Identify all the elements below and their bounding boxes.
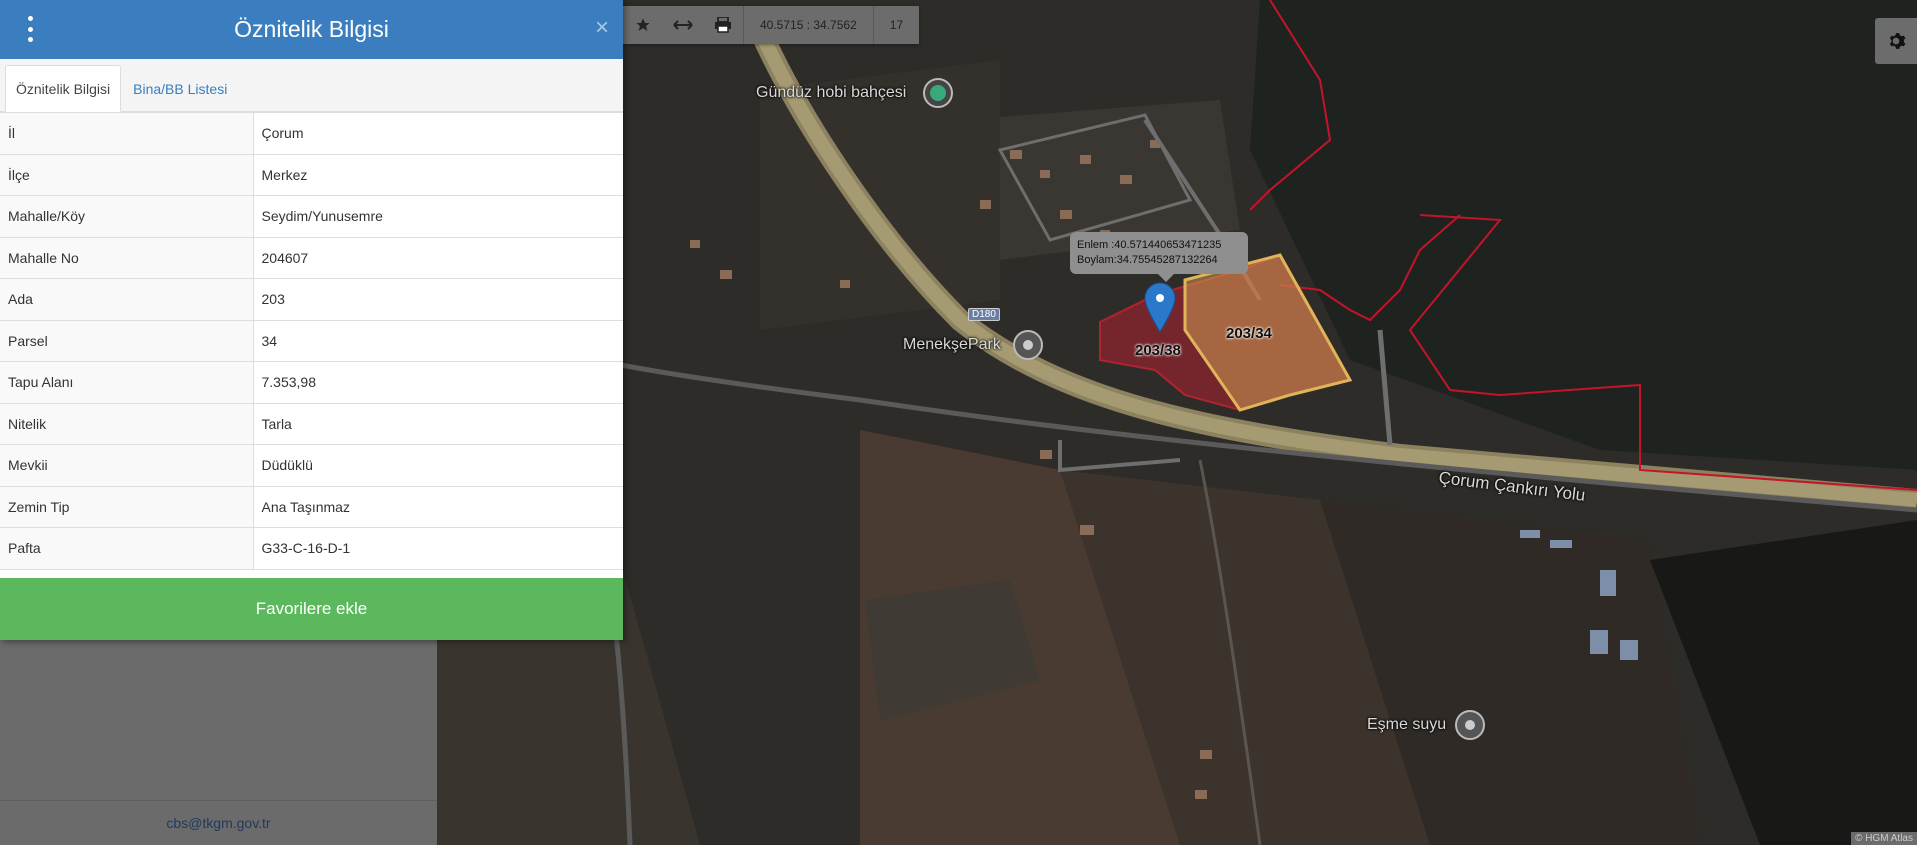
table-row: Tapu Alanı 7.353,98 xyxy=(0,361,623,404)
attribute-value: 7.353,98 xyxy=(252,361,623,404)
table-row: Mahalle No 204607 xyxy=(0,236,623,279)
map-label-gunduz: Gündüz hobi bahçesi xyxy=(756,84,907,101)
table-row: Pafta G33-C-16-D-1 xyxy=(0,527,623,570)
map-label-esme: Eşme suyu xyxy=(1367,716,1447,733)
contact-email[interactable]: cbs@tkgm.gov.tr xyxy=(0,800,437,845)
gear-icon xyxy=(1889,33,1906,49)
favorite-star-button[interactable] xyxy=(623,6,663,44)
print-button[interactable] xyxy=(703,6,743,44)
attribute-value: Düdüklü xyxy=(252,444,623,487)
table-row: İl Çorum xyxy=(0,112,623,155)
kebab-menu-icon xyxy=(27,16,33,21)
attribute-panel: Öznitelik Bilgisi × Öznitelik Bilgisi Bi… xyxy=(0,0,623,640)
attribute-key: Mahalle No xyxy=(0,236,254,279)
attribute-value: 34 xyxy=(252,319,623,362)
attribute-key: Pafta xyxy=(0,527,254,570)
attribute-value: Çorum xyxy=(252,112,623,155)
menu-button[interactable] xyxy=(22,16,38,42)
measure-button[interactable] xyxy=(663,6,703,44)
print-icon xyxy=(715,17,731,33)
attribute-key: İlçe xyxy=(0,153,254,196)
panel-header: Öznitelik Bilgisi × xyxy=(0,0,623,59)
attribute-key: Ada xyxy=(0,278,254,321)
coordinate-tooltip: Enlem :40.571440653471235 Boylam:34.7554… xyxy=(1070,232,1248,282)
attribute-value: Merkez xyxy=(252,153,623,196)
add-to-favorites-button[interactable]: Favorilere ekle xyxy=(0,578,623,640)
table-row: Nitelik Tarla xyxy=(0,402,623,445)
attribute-key: Tapu Alanı xyxy=(0,361,254,404)
attribute-key: Mahalle/Köy xyxy=(0,195,254,238)
parcel-label-a[interactable]: 203/38 xyxy=(1135,342,1181,359)
panel-tabs: Öznitelik Bilgisi Bina/BB Listesi xyxy=(0,59,623,112)
attribute-value: Ana Taşınmaz xyxy=(252,485,623,528)
tab-attribute-info[interactable]: Öznitelik Bilgisi xyxy=(5,65,122,112)
map-attribution: © HGM Atlas xyxy=(1851,832,1917,845)
attribute-key: Mevkii xyxy=(0,444,254,487)
attribute-value: 204607 xyxy=(252,236,623,279)
attribute-key: Zemin Tip xyxy=(0,485,254,528)
table-row: Zemin Tip Ana Taşınmaz xyxy=(0,485,623,528)
attribute-key: Parsel xyxy=(0,319,254,362)
road-shield-d180: D180 xyxy=(968,308,1000,321)
longitude-text: Boylam:34.75545287132264 xyxy=(1077,254,1218,266)
table-row: Mevkii Düdüklü xyxy=(0,444,623,487)
panel-title: Öznitelik Bilgisi xyxy=(234,16,389,42)
table-row: İlçe Merkez xyxy=(0,153,623,196)
star-icon xyxy=(636,18,650,31)
settings-button[interactable] xyxy=(1875,18,1917,64)
coordinate-readout: 40.5715 : 34.7562 xyxy=(760,18,857,32)
attribute-value: 203 xyxy=(252,278,623,321)
close-icon[interactable]: × xyxy=(595,14,609,42)
attribute-value: G33-C-16-D-1 xyxy=(252,527,623,570)
attribute-value: Seydim/Yunusemre xyxy=(252,195,623,238)
parcel-label-b[interactable]: 203/34 xyxy=(1226,325,1272,342)
attribute-key: İl xyxy=(0,112,254,155)
measure-icon xyxy=(673,20,693,30)
gunduz-pin-icon xyxy=(923,78,953,108)
table-row: Mahalle/Köy Seydim/Yunusemre xyxy=(0,195,623,238)
table-row: Ada 203 xyxy=(0,278,623,321)
tab-building-list[interactable]: Bina/BB Listesi xyxy=(123,66,237,111)
attribute-value: Tarla xyxy=(252,402,623,445)
latitude-text: Enlem :40.571440653471235 xyxy=(1077,239,1222,251)
map-label-menekse: MenekşePark xyxy=(903,336,1001,353)
attribute-table: İl Çorum İlçe Merkez Mahalle/Köy Seydim/Yunus… xyxy=(0,112,623,570)
attribute-key: Nitelik xyxy=(0,402,254,445)
table-row: Parsel 34 xyxy=(0,319,623,362)
map-toolbar: 40.5715 : 34.7562 17 xyxy=(623,6,920,44)
zoom-level: 17 xyxy=(889,18,904,32)
